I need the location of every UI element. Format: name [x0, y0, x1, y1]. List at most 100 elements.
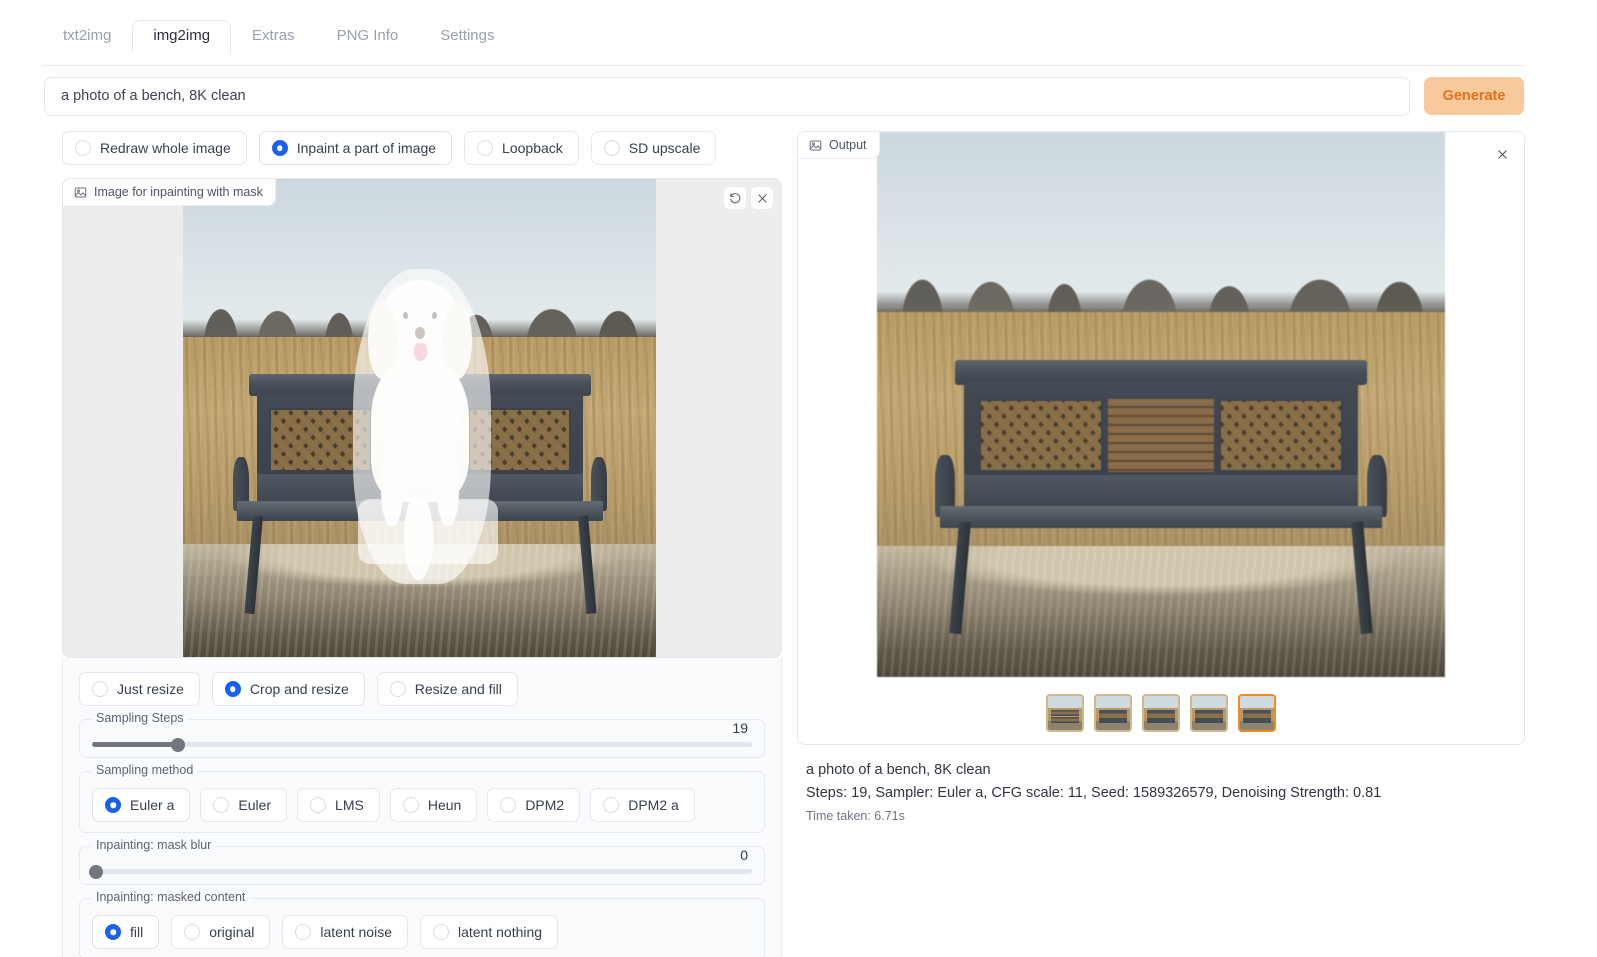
resize-radio-group: Just resize Crop and resize Resize and f…	[79, 672, 765, 706]
slider-fill	[92, 742, 178, 747]
sampling-method-radio-group: Euler a Euler LMS Heun DPM2	[92, 788, 752, 822]
thumbnail-item-3[interactable]	[1142, 694, 1180, 732]
mode-option-loopback[interactable]: Loopback	[464, 131, 579, 165]
masked-content-group: Inpainting: masked content fill original…	[79, 898, 765, 957]
bench-lattice-right	[1219, 399, 1344, 472]
tab-img2img[interactable]: img2img	[132, 20, 231, 53]
sampler-option-dpm2-a[interactable]: DPM2 a	[590, 788, 695, 822]
thumb-bench	[1099, 710, 1126, 723]
tab-txt2img[interactable]: txt2img	[42, 20, 132, 53]
mode-option-label: Inpaint a part of image	[297, 140, 436, 156]
radio-icon[interactable]	[433, 924, 449, 940]
bench-leg-left	[950, 522, 971, 635]
thumb-bench	[1195, 710, 1222, 723]
bench-center-slats	[1108, 399, 1214, 472]
radio-icon[interactable]	[75, 140, 91, 156]
image-icon	[74, 186, 87, 199]
mode-option-label: Redraw whole image	[100, 140, 231, 156]
input-photo	[183, 179, 656, 658]
sampler-option-heun[interactable]: Heun	[390, 788, 477, 822]
tab-settings[interactable]: Settings	[419, 20, 515, 53]
radio-icon[interactable]	[604, 140, 620, 156]
generate-button[interactable]: Generate	[1424, 77, 1524, 115]
tab-extras[interactable]: Extras	[231, 20, 316, 53]
prompt-row: Generate	[44, 76, 1524, 116]
masked-content-option-original[interactable]: original	[171, 915, 270, 949]
sampler-option-lms[interactable]: LMS	[297, 788, 380, 822]
masked-content-option-fill[interactable]: fill	[92, 915, 159, 949]
slider-track[interactable]	[92, 869, 752, 874]
masked-content-option-latent-nothing[interactable]: latent nothing	[420, 915, 558, 949]
sampler-option-euler-a[interactable]: Euler a	[92, 788, 190, 822]
bench-leg-left	[244, 516, 262, 614]
mask-blur-slider[interactable]: 0	[92, 863, 752, 874]
resize-option-resize-and-fill[interactable]: Resize and fill	[377, 672, 518, 706]
radio-icon[interactable]	[500, 797, 516, 813]
sampling-steps-slider[interactable]: 19	[92, 736, 752, 747]
slider-thumb[interactable]	[171, 738, 185, 752]
input-image-canvas[interactable]	[63, 179, 781, 657]
output-panel: Output	[797, 131, 1525, 745]
radio-icon[interactable]	[105, 924, 121, 940]
thumb-bench	[1147, 710, 1174, 723]
resize-option-just-resize[interactable]: Just resize	[79, 672, 200, 706]
result-prompt: a photo of a bench, 8K clean	[806, 759, 1525, 782]
mask-blur-group: Inpainting: mask blur 0	[79, 846, 765, 885]
radio-icon[interactable]	[603, 797, 619, 813]
close-icon[interactable]	[1490, 142, 1514, 166]
thumb-sky	[1192, 696, 1226, 708]
image-icon	[809, 139, 822, 152]
sampler-option-dpm2[interactable]: DPM2	[487, 788, 580, 822]
radio-icon[interactable]	[92, 681, 108, 697]
sampler-option-euler[interactable]: Euler	[200, 788, 287, 822]
bench-lattice-left	[979, 399, 1104, 472]
radio-icon[interactable]	[105, 797, 121, 813]
sampler-option-label: DPM2	[525, 797, 564, 813]
thumb-sky	[1240, 696, 1274, 708]
output-image-area[interactable]	[798, 132, 1524, 677]
thumbnail-item-5[interactable]	[1238, 694, 1276, 732]
result-params: Steps: 19, Sampler: Euler a, CFG scale: …	[806, 782, 1525, 805]
sampling-method-legend: Sampling method	[91, 763, 198, 777]
radio-icon[interactable]	[390, 681, 406, 697]
mode-option-redraw-whole-image[interactable]: Redraw whole image	[62, 131, 247, 165]
close-icon[interactable]	[751, 187, 773, 209]
bench-lower-back	[964, 475, 1358, 506]
sampler-option-label: Euler	[238, 797, 271, 813]
radio-icon[interactable]	[477, 140, 493, 156]
radio-icon[interactable]	[403, 797, 419, 813]
slider-thumb[interactable]	[89, 865, 103, 879]
tab-bar-divider	[42, 65, 1525, 66]
inpaint-mask-seat-extension[interactable]	[358, 499, 498, 564]
result-info: a photo of a bench, 8K clean Steps: 19, …	[797, 759, 1525, 829]
thumbnail-item-2[interactable]	[1094, 694, 1132, 732]
input-image-actions	[724, 187, 773, 209]
thumbnail-item-1[interactable]	[1046, 694, 1084, 732]
sampling-steps-value: 19	[732, 720, 748, 736]
radio-icon[interactable]	[295, 924, 311, 940]
mask-blur-value: 0	[740, 847, 748, 863]
bench-seat	[940, 506, 1382, 528]
sampler-option-label: DPM2 a	[628, 797, 679, 813]
radio-icon[interactable]	[310, 797, 326, 813]
resize-option-label: Crop and resize	[250, 681, 349, 697]
undo-icon[interactable]	[724, 187, 746, 209]
tab-png-info[interactable]: PNG Info	[316, 20, 420, 53]
radio-icon[interactable]	[184, 924, 200, 940]
masked-content-option-label: latent nothing	[458, 924, 542, 940]
input-image-label-text: Image for inpainting with mask	[94, 185, 263, 199]
resize-option-crop-and-resize[interactable]: Crop and resize	[212, 672, 365, 706]
thumbnail-item-4[interactable]	[1190, 694, 1228, 732]
mode-option-inpaint-a-part-of-image[interactable]: Inpaint a part of image	[259, 131, 452, 165]
output-label: Output	[798, 132, 880, 159]
radio-icon[interactable]	[272, 140, 288, 156]
photo-bench	[921, 360, 1401, 640]
radio-icon[interactable]	[225, 681, 241, 697]
prompt-input[interactable]	[44, 77, 1410, 116]
input-image-panel[interactable]: Image for inpainting with mask	[62, 178, 782, 658]
slider-track[interactable]	[92, 742, 752, 747]
thumb-bench	[1051, 710, 1078, 723]
radio-icon[interactable]	[213, 797, 229, 813]
masked-content-option-latent-noise[interactable]: latent noise	[282, 915, 408, 949]
mode-option-sd-upscale[interactable]: SD upscale	[591, 131, 717, 165]
